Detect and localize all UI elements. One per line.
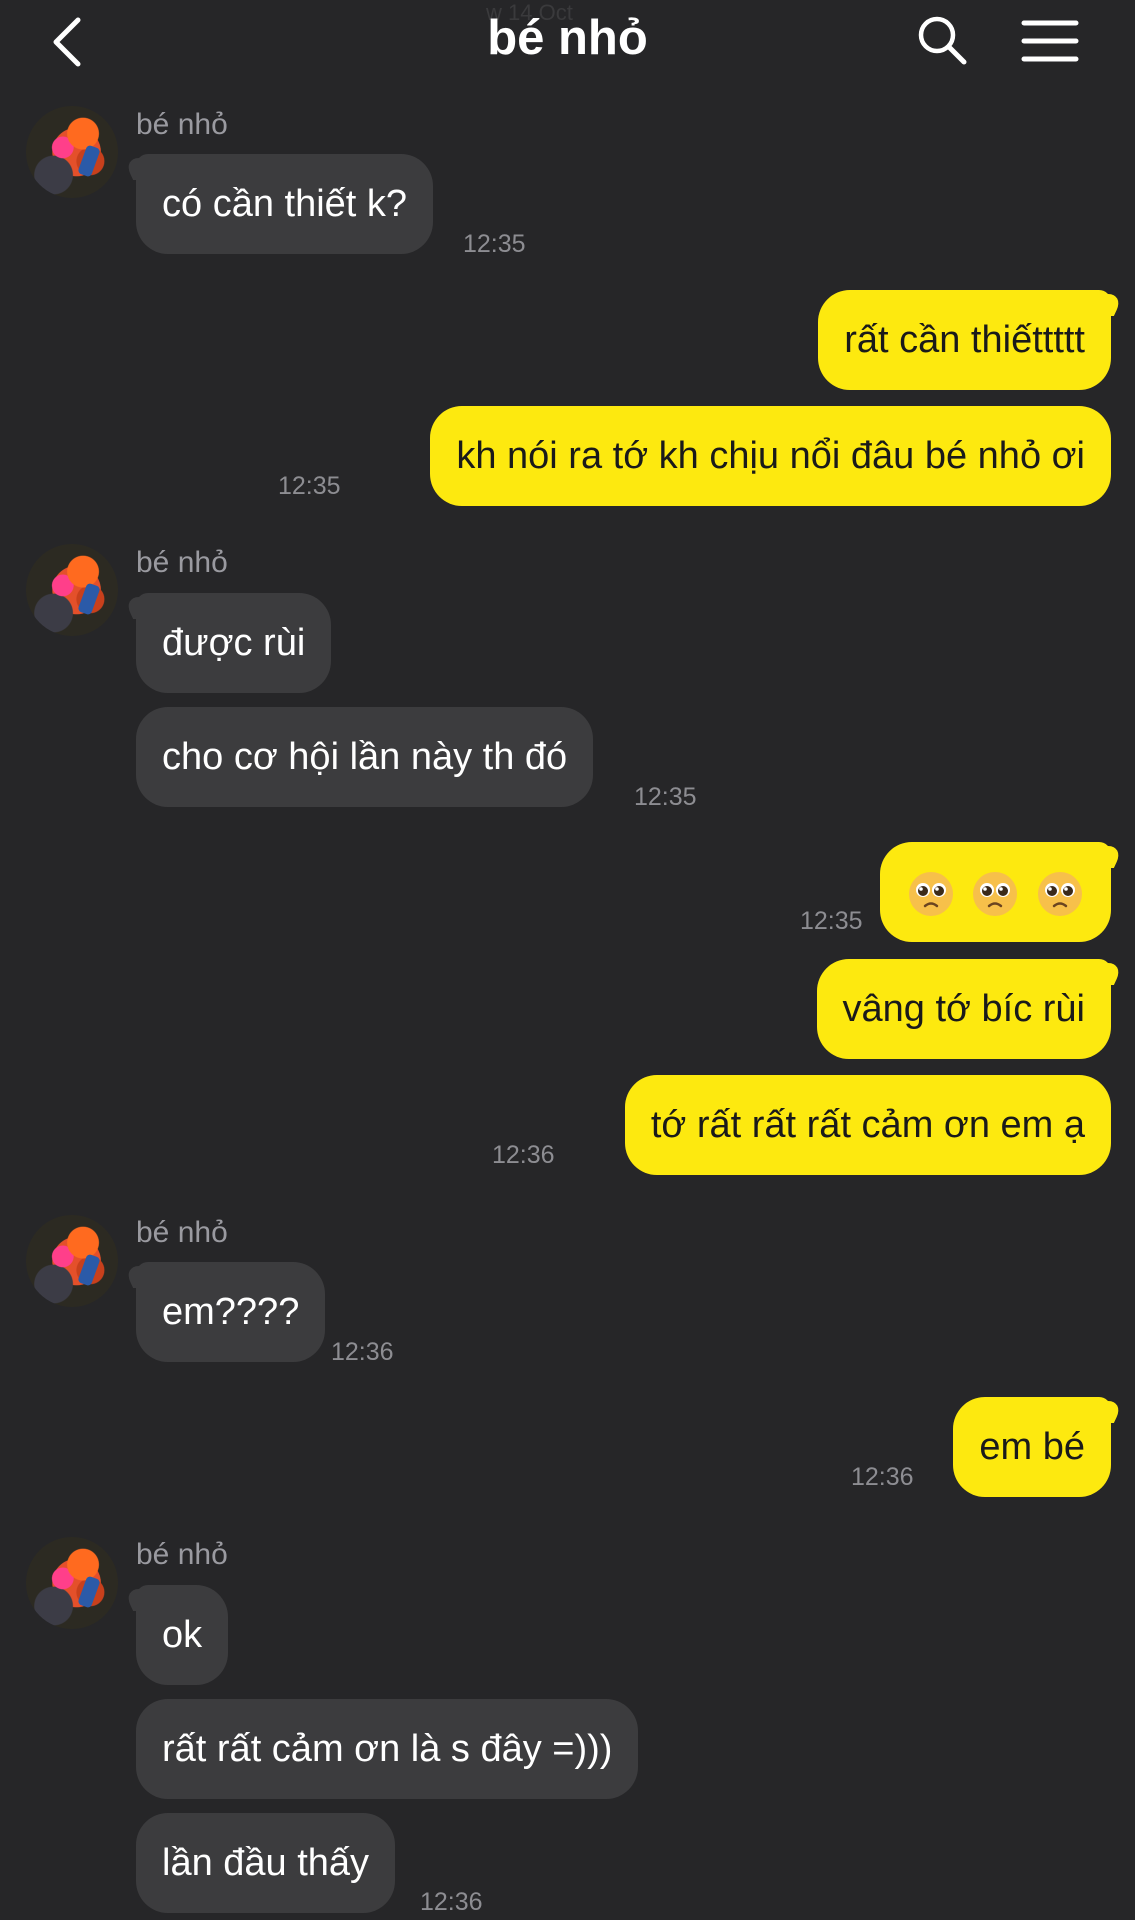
message-timestamp: 12:36 [492, 1141, 555, 1169]
sender-name: bé nhỏ [136, 546, 228, 579]
message-timestamp: 12:36 [420, 1888, 483, 1916]
search-icon [918, 16, 967, 65]
message-bubble-outgoing[interactable]: rất cần thiếttttt [818, 290, 1111, 390]
message-bubble-outgoing[interactable]: kh nói ra tớ kh chịu nổi đâu bé nhỏ ơi [430, 406, 1111, 506]
message-timestamp: 12:36 [331, 1338, 394, 1366]
message-timestamp: 12:35 [278, 472, 341, 500]
search-button[interactable] [916, 14, 968, 66]
message-bubble-outgoing[interactable]: em bé [953, 1397, 1111, 1497]
message-bubble-outgoing[interactable]: vâng tớ bíc rùi [816, 959, 1111, 1059]
sender-name: bé nhỏ [136, 1216, 228, 1249]
avatar[interactable] [26, 1215, 118, 1307]
message-bubble-outgoing[interactable] [879, 842, 1111, 942]
chat-header: w 14 Oct bé nhỏ [0, 0, 1135, 80]
pleading-face-icon [1038, 871, 1082, 916]
message-bubble-incoming[interactable]: cho cơ hội lần này th đó [136, 707, 594, 807]
sender-name: bé nhỏ [136, 1538, 228, 1571]
avatar[interactable] [26, 106, 118, 198]
pleading-face-icon [908, 871, 953, 916]
message-timestamp: 12:35 [463, 230, 526, 258]
message-bubble-incoming[interactable]: lần đầu thấy [136, 1813, 396, 1913]
message-bubble-incoming[interactable]: có cần thiết k? [136, 154, 434, 254]
message-bubble-incoming[interactable]: được rùi [136, 593, 332, 693]
avatar[interactable] [26, 1537, 118, 1629]
message-bubble-incoming[interactable]: em???? [136, 1262, 326, 1362]
message-bubble-incoming[interactable]: rất rất cảm ơn là s đây =))) [136, 1699, 639, 1799]
sender-name: bé nhỏ [136, 108, 228, 141]
hamburger-menu-icon [1021, 20, 1079, 62]
message-bubble-incoming[interactable]: ok [136, 1585, 229, 1685]
menu-button[interactable] [1020, 18, 1080, 64]
chat-screen: w 14 Oct bé nhỏ bé nhỏ có cần thiết k? 1… [0, 0, 1135, 1920]
message-bubble-outgoing[interactable]: tớ rất rất rất cảm ơn em ạ [624, 1075, 1111, 1175]
message-timestamp: 12:36 [851, 1463, 914, 1491]
pleading-face-icon [973, 871, 1018, 916]
avatar[interactable] [26, 544, 118, 636]
message-timestamp: 12:35 [634, 783, 697, 811]
message-timestamp: 12:35 [800, 907, 863, 935]
